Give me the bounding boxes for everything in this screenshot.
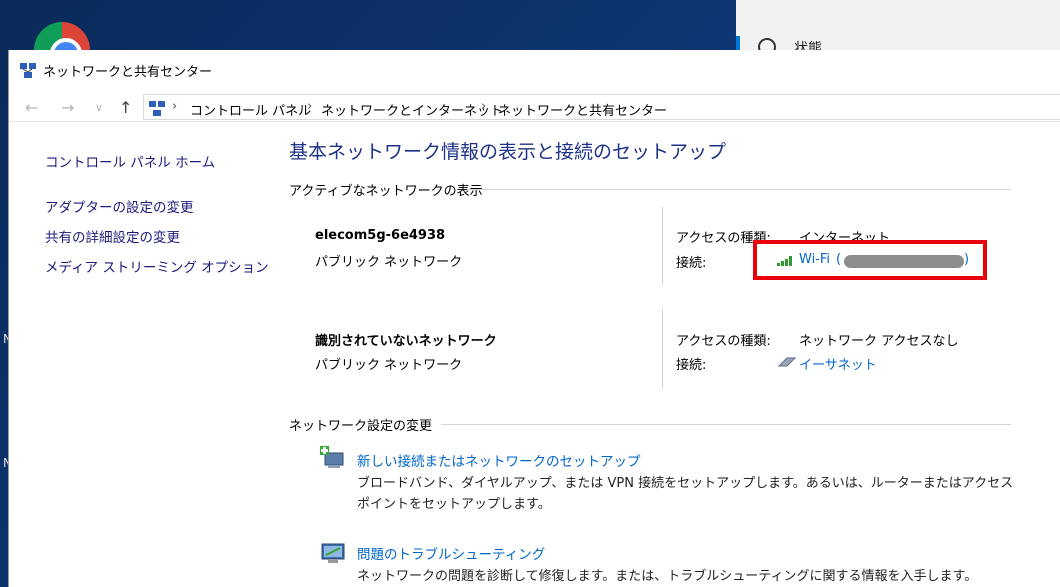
sidebar-item-advanced-sharing[interactable]: 共有の詳細設定の変更 (45, 226, 180, 246)
active-networks-heading: アクティブなネットワークの表示 (289, 184, 483, 199)
ethernet-connection-link[interactable]: イーサネット (799, 354, 877, 373)
connection-label: 接続: (676, 358, 707, 373)
new-connection-description: ブロードバンド、ダイヤルアップ、または VPN 接続をセットアップします。あるい… (357, 476, 1014, 512)
highlight-box (753, 240, 987, 280)
window-title: ネットワークと共有センター (43, 65, 213, 80)
change-settings-heading: ネットワーク設定の変更 (289, 419, 433, 434)
breadcrumb-separator-icon[interactable]: › (481, 99, 486, 114)
network-sharing-center-window: ネットワークと共有センター ← → ∨ ↑ › コントロール パネル › ネット… (8, 50, 1060, 587)
main-content: 基本ネットワーク情報の表示と接続のセットアップ アクティブなネットワークの表示 … (271, 123, 1060, 587)
sidebar-item-media-streaming[interactable]: メディア ストリーミング オプション (45, 256, 269, 276)
network-category-link[interactable]: パブリック ネットワーク (315, 251, 462, 270)
breadcrumb-separator-icon[interactable]: › (172, 99, 177, 114)
up-arrow-icon[interactable]: ↑ (119, 98, 132, 117)
breadcrumb-network-sharing-center[interactable]: ネットワークと共有センター (498, 100, 667, 119)
troubleshoot-icon (319, 540, 347, 568)
troubleshoot-description: ネットワークの問題を診断して修復します。または、トラブルシューティングに関する情… (357, 569, 978, 584)
ethernet-icon (777, 356, 797, 372)
troubleshoot-link[interactable]: 問題のトラブルシューティング (357, 543, 545, 563)
divider (441, 424, 1011, 425)
page-title: 基本ネットワーク情報の表示と接続のセットアップ (289, 141, 727, 163)
network-name: elecom5g-6e4938 (315, 228, 446, 243)
address-bar: ← → ∨ ↑ › コントロール パネル › ネットワークとインターネット › … (9, 92, 1060, 122)
control-panel-icon (148, 99, 166, 121)
title-bar[interactable]: ネットワークと共有センター (9, 50, 1060, 88)
forward-arrow-icon[interactable]: → (61, 98, 74, 117)
access-type-value: ネットワーク アクセスなし (799, 334, 959, 349)
sidebar-item-home[interactable]: コントロール パネル ホーム (45, 151, 215, 171)
access-type-label: アクセスの種類: (676, 334, 771, 349)
recent-locations-chevron-icon[interactable]: ∨ (95, 101, 103, 114)
sidebar-item-adapter-settings[interactable]: アダプターの設定の変更 (45, 196, 194, 216)
new-connection-icon (319, 445, 347, 473)
breadcrumb-network-internet[interactable]: ネットワークとインターネット (321, 100, 503, 119)
connection-label: 接続: (676, 256, 707, 271)
network-name: 識別されていないネットワーク (315, 334, 497, 349)
address-field[interactable]: › コントロール パネル › ネットワークとインターネット › ネットワークと共… (143, 94, 1060, 120)
sidebar: コントロール パネル ホーム アダプターの設定の変更 共有の詳細設定の変更 メデ… (9, 123, 271, 587)
divider (662, 309, 663, 389)
network-icon (19, 61, 37, 83)
breadcrumb-control-panel[interactable]: コントロール パネル (190, 100, 311, 119)
new-connection-link[interactable]: 新しい接続またはネットワークのセットアップ (357, 450, 641, 470)
network-category-link[interactable]: パブリック ネットワーク (315, 354, 462, 373)
back-arrow-icon[interactable]: ← (25, 98, 38, 117)
divider (662, 207, 663, 285)
divider (467, 189, 1011, 190)
breadcrumb-separator-icon[interactable]: › (307, 99, 312, 114)
